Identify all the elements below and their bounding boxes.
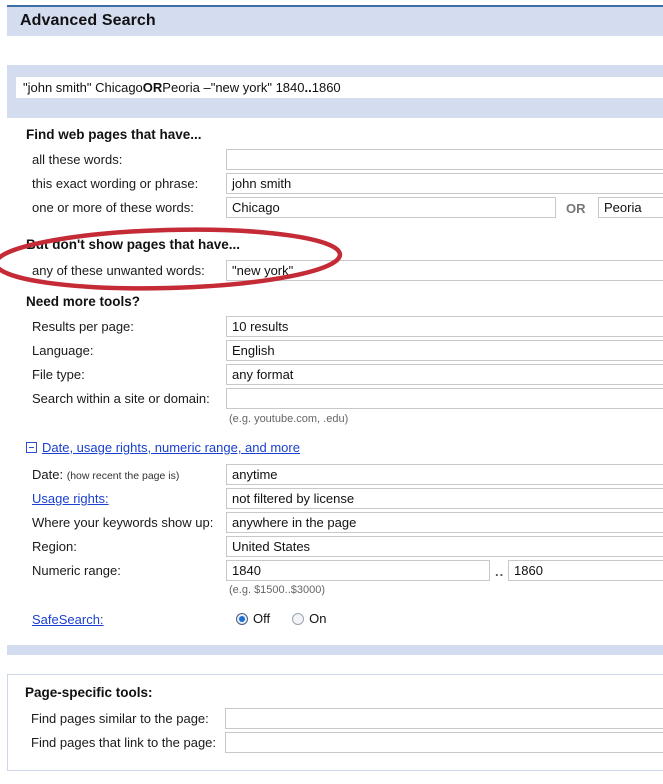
label-all-words: all these words: <box>32 152 123 167</box>
select-date[interactable]: anytime <box>226 464 663 485</box>
input-numeric-range-from[interactable]: 1840 <box>226 560 490 581</box>
label-file-type: File type: <box>32 367 85 382</box>
select-file-type[interactable]: any format <box>226 364 663 385</box>
form-row-keywords-location: Where your keywords show up: anywhere in… <box>8 511 663 535</box>
input-unwanted-words[interactable]: "new york" <box>226 260 663 281</box>
label-keywords-location: Where your keywords show up: <box>32 515 214 530</box>
label-date: Date: (how recent the page is) <box>32 467 179 482</box>
label-region: Region: <box>32 539 77 554</box>
label-numeric-range: Numeric range: <box>32 563 121 578</box>
form-row-linking-pages: Find pages that link to the page: <box>8 731 663 755</box>
radio-safesearch-on[interactable]: On <box>292 611 326 626</box>
label-safesearch[interactable]: SafeSearch: <box>32 612 104 627</box>
page-specific-tools-panel: Page-specific tools: Find pages similar … <box>7 674 663 771</box>
input-any-words-second[interactable]: Peoria <box>598 197 663 218</box>
form-row-results-per-page: Results per page: 10 results <box>8 315 663 339</box>
band-divider-bottom <box>7 645 663 655</box>
label-usage-rights[interactable]: Usage rights: <box>32 491 109 506</box>
query-band: "john smith" Chicago OR Peoria –"new yor… <box>7 65 663 105</box>
select-region[interactable]: United States <box>226 536 663 557</box>
label-results-per-page: Results per page: <box>32 319 134 334</box>
label-similar-pages: Find pages similar to the page: <box>31 711 209 726</box>
page-header-bar: Advanced Search <box>7 5 663 36</box>
form-row-similar-pages: Find pages similar to the page: <box>8 707 663 731</box>
input-all-words[interactable] <box>226 149 663 170</box>
form-row-date: Date: (how recent the page is) anytime <box>8 463 663 487</box>
label-linking-pages: Find pages that link to the page: <box>31 735 217 750</box>
form-row-region: Region: United States <box>8 535 663 559</box>
form-row-exact-phrase: this exact wording or phrase: john smith <box>8 172 663 196</box>
form-row-file-type: File type: any format <box>8 363 663 387</box>
advanced-search-page: Advanced Search "john smith" Chicago OR … <box>0 0 663 784</box>
section-heading-page-specific: Page-specific tools: <box>25 685 153 700</box>
label-date-sub: (how recent the page is) <box>66 470 180 482</box>
label-date-main: Date: <box>32 467 64 482</box>
radio-label-on[interactable]: On <box>309 611 326 626</box>
hint-site-domain: (e.g. youtube.com, .edu) <box>229 413 349 425</box>
form-row-any-words: one or more of these words: Chicago OR P… <box>8 196 663 220</box>
page-title: Advanced Search <box>20 12 156 29</box>
radio-safesearch-off[interactable]: Off <box>236 611 270 626</box>
select-language[interactable]: English <box>226 340 663 361</box>
label-exact-phrase: this exact wording or phrase: <box>32 176 199 191</box>
section-heading-tools: Need more tools? <box>26 294 141 309</box>
radio-dot-on-icon[interactable] <box>292 612 305 625</box>
form-row-language: Language: English <box>8 339 663 363</box>
form-row-unwanted-words: any of these unwanted words: "new york" <box>8 259 663 283</box>
form-row-all-words: all these words: <box>8 148 663 172</box>
radio-group-safesearch: Off On <box>236 611 326 626</box>
radio-label-off[interactable]: Off <box>253 611 270 626</box>
input-numeric-range-to[interactable]: 1860 <box>508 560 663 581</box>
separator-or: OR <box>566 201 586 216</box>
main-form-panel: Find web pages that have... all these wo… <box>7 118 663 643</box>
select-results-per-page[interactable]: 10 results <box>226 316 663 337</box>
separator-range-dots: .. <box>495 564 505 579</box>
form-row-site-domain: Search within a site or domain: <box>8 387 663 411</box>
form-row-safesearch: SafeSearch: Off On <box>8 608 663 632</box>
radio-dot-off-icon[interactable] <box>236 612 248 625</box>
expander-date-usage-more[interactable]: Date, usage rights, numeric range, and m… <box>26 440 300 455</box>
label-any-words: one or more of these words: <box>32 200 194 215</box>
label-site-domain: Search within a site or domain: <box>32 391 210 406</box>
select-usage-rights[interactable]: not filtered by license <box>226 488 663 509</box>
input-any-words-first[interactable]: Chicago <box>226 197 556 218</box>
label-language: Language: <box>32 343 94 358</box>
input-exact-phrase[interactable]: john smith <box>226 173 663 194</box>
label-unwanted-words: any of these unwanted words: <box>32 263 205 278</box>
search-query-input[interactable]: "john smith" Chicago OR Peoria –"new yor… <box>16 77 663 98</box>
expander-label[interactable]: Date, usage rights, numeric range, and m… <box>42 440 300 455</box>
hint-numeric-range: (e.g. $1500..$3000) <box>229 584 326 596</box>
section-heading-exclude: But don't show pages that have... <box>26 237 240 252</box>
form-row-usage-rights: Usage rights: not filtered by license <box>8 487 663 511</box>
band-divider-top <box>7 105 663 118</box>
collapse-minus-icon[interactable] <box>26 442 37 453</box>
input-similar-pages[interactable] <box>225 708 663 729</box>
input-site-domain[interactable] <box>226 388 663 409</box>
form-row-numeric-range: Numeric range: 1840 .. 1860 <box>8 559 663 583</box>
input-linking-pages[interactable] <box>225 732 663 753</box>
section-heading-find: Find web pages that have... <box>26 127 202 142</box>
select-keywords-location[interactable]: anywhere in the page <box>226 512 663 533</box>
